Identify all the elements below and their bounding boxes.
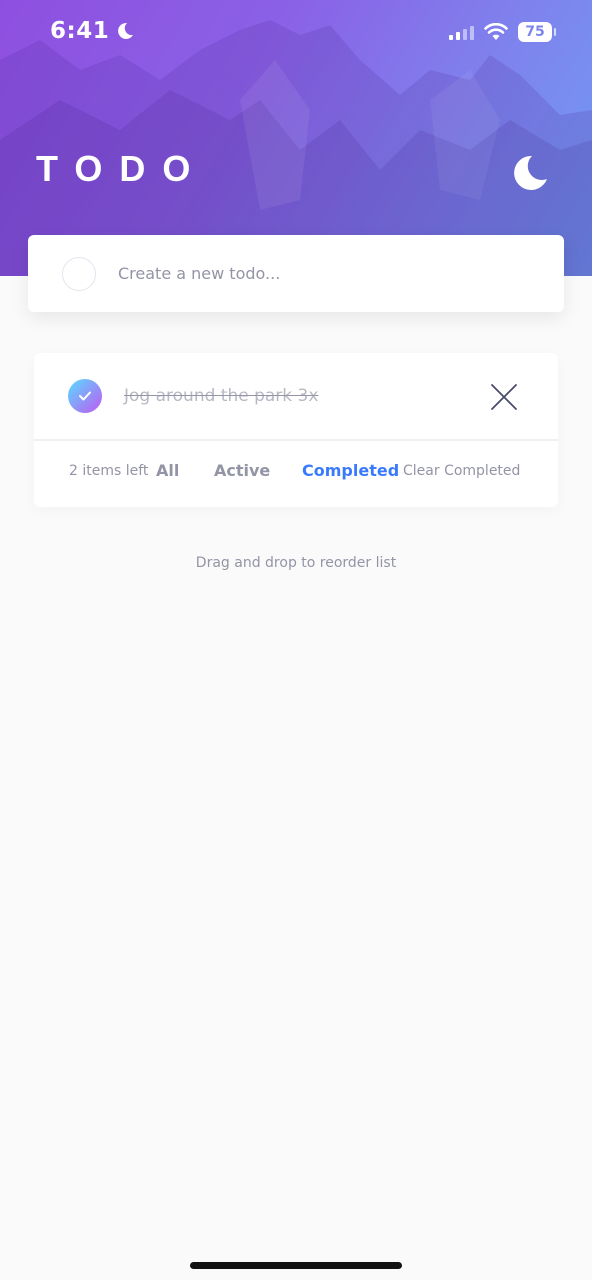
app-title: TODO	[36, 148, 208, 189]
todo-footer: 2 items left All Active Completed Clear …	[34, 441, 558, 507]
new-todo-checkbox[interactable]	[62, 256, 96, 291]
status-time: 6:41	[50, 18, 135, 44]
clear-completed-button[interactable]: Clear Completed	[403, 463, 520, 479]
moon-icon	[514, 155, 547, 190]
wifi-icon	[484, 23, 508, 40]
new-todo-bar	[28, 235, 564, 312]
theme-toggle-button[interactable]	[508, 152, 550, 194]
todo-item[interactable]: Jog around the park 3x	[34, 353, 558, 441]
filter-all[interactable]: All	[156, 461, 179, 480]
filter-active[interactable]: Active	[214, 461, 270, 480]
status-icons: 75	[449, 22, 556, 42]
check-icon	[79, 391, 91, 401]
delete-todo-button[interactable]	[490, 383, 518, 411]
new-todo-input[interactable]	[118, 264, 518, 283]
todo-list: Jog around the park 3x 2 items left All …	[34, 353, 558, 507]
home-indicator[interactable]	[190, 1262, 402, 1269]
status-time-text: 6:41	[50, 18, 110, 44]
todo-text: Jog around the park 3x	[124, 386, 319, 406]
cellular-signal-icon	[449, 24, 474, 40]
items-left-count: 2 items left	[69, 463, 149, 479]
battery-icon: 75	[518, 22, 556, 42]
close-icon	[491, 384, 517, 410]
filter-completed[interactable]: Completed	[302, 461, 399, 480]
battery-level: 75	[525, 24, 545, 40]
todo-checkbox-checked[interactable]	[68, 379, 102, 413]
status-bar: 6:41 75	[0, 0, 592, 66]
do-not-disturb-moon-icon	[118, 22, 134, 39]
drag-drop-hint: Drag and drop to reorder list	[195, 555, 397, 571]
